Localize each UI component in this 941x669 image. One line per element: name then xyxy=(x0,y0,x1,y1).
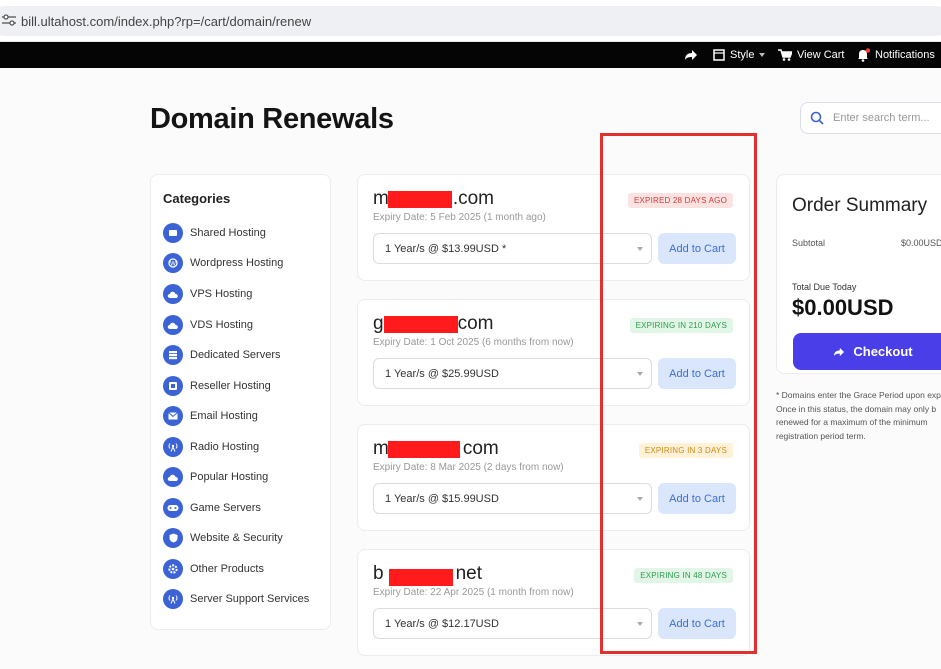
note-line: Once in this status, the domain may only… xyxy=(776,403,937,414)
subtotal-value: $0.00USD xyxy=(901,238,941,248)
category-email-hosting[interactable]: Email Hosting xyxy=(163,405,258,427)
categories-title: Categories xyxy=(163,191,231,206)
category-label: Wordpress Hosting xyxy=(190,257,284,269)
category-label: Email Hosting xyxy=(190,410,258,422)
category-other-products[interactable]: Other Products xyxy=(163,558,264,580)
layout-icon xyxy=(713,49,725,61)
server-icon xyxy=(163,345,183,365)
support-icon xyxy=(163,589,183,609)
category-label: Server Support Services xyxy=(190,593,310,605)
cloud-icon xyxy=(163,284,183,304)
selected-option: 1 Year/s @ $15.99USD xyxy=(385,493,499,505)
browser-address-bar: bill.ultahost.com/index.php?rp=/cart/dom… xyxy=(0,0,941,42)
category-popular-hosting[interactable]: Popular Hosting xyxy=(163,466,268,488)
category-label: Game Servers xyxy=(190,502,261,514)
redaction-block xyxy=(384,316,458,333)
category-wordpress-hosting[interactable]: W Wordpress Hosting xyxy=(163,252,283,274)
redaction-block xyxy=(388,191,452,208)
category-shared-hosting[interactable]: Shared Hosting xyxy=(163,222,266,244)
category-radio-hosting[interactable]: Radio Hosting xyxy=(163,436,259,458)
reseller-icon xyxy=(163,376,183,396)
cloud-icon xyxy=(163,315,183,335)
share-button[interactable] xyxy=(684,42,698,68)
search-placeholder: Enter search term... xyxy=(833,112,930,124)
share-arrow-icon xyxy=(685,50,697,60)
view-cart-link[interactable]: View Cart xyxy=(778,42,844,68)
total-due-value: $0.00USD xyxy=(792,295,894,320)
notifications-button[interactable]: Notifications xyxy=(856,42,935,68)
selected-option: 1 Year/s @ $12.17USD xyxy=(385,618,499,630)
category-label: Other Products xyxy=(190,563,264,575)
expiry-date: Expiry Date: 22 Apr 2025 (1 month from n… xyxy=(373,587,574,598)
category-label: Popular Hosting xyxy=(190,471,269,483)
redaction-block xyxy=(389,569,453,586)
page-title: Domain Renewals xyxy=(150,103,394,135)
chevron-down-icon xyxy=(759,53,766,57)
category-vps-hosting[interactable]: VPS Hosting xyxy=(163,283,252,305)
site-settings-icon[interactable] xyxy=(2,13,16,27)
category-dedicated-servers[interactable]: Dedicated Servers xyxy=(163,344,281,366)
category-label: Dedicated Servers xyxy=(190,349,281,361)
category-website-security[interactable]: Website & Security xyxy=(163,527,283,549)
share-arrow-icon xyxy=(834,347,845,356)
wordpress-icon: W xyxy=(163,253,183,273)
category-label: Reseller Hosting xyxy=(190,380,271,392)
cloud-icon xyxy=(163,467,183,487)
expiry-date: Expiry Date: 1 Oct 2025 (6 months from n… xyxy=(373,337,574,348)
style-label: Style xyxy=(730,49,755,61)
checkout-button[interactable]: Checkout xyxy=(793,333,941,370)
note-line: renewed for a maximum of the minimum xyxy=(776,417,928,427)
category-label: Website & Security xyxy=(190,532,283,544)
shield-icon xyxy=(163,528,183,548)
bell-icon xyxy=(858,48,870,62)
selected-option: 1 Year/s @ $13.99USD * xyxy=(385,243,507,255)
annotation-highlight-box xyxy=(600,133,757,654)
gear-icon xyxy=(163,559,183,579)
category-label: Shared Hosting xyxy=(190,227,266,239)
expiry-date: Expiry Date: 8 Mar 2025 (2 days from now… xyxy=(373,462,564,473)
order-summary-title: Order Summary xyxy=(792,195,928,216)
search-icon xyxy=(810,111,824,125)
search-input[interactable]: Enter search term... xyxy=(800,102,941,134)
note-line: registration period term. xyxy=(776,430,866,441)
address-url[interactable]: bill.ultahost.com/index.php?rp=/cart/dom… xyxy=(21,14,311,29)
note-line: * Domains enter the Grace Period upon ex… xyxy=(776,390,941,400)
svg-text:W: W xyxy=(170,260,176,267)
total-due-label: Total Due Today xyxy=(792,282,857,292)
categories-panel: Categories Shared Hosting W Wordpress Ho… xyxy=(150,174,331,630)
notifications-label: Notifications xyxy=(875,49,935,61)
style-menu[interactable]: Style xyxy=(713,42,766,68)
grace-period-note: * Domains enter the Grace Period upon ex… xyxy=(776,389,941,443)
category-reseller-hosting[interactable]: Reseller Hosting xyxy=(163,375,271,397)
top-nav-bar: Style View Cart Notifications xyxy=(0,42,941,68)
category-game-servers[interactable]: Game Servers xyxy=(163,497,261,519)
category-server-support[interactable]: Server Support Services xyxy=(163,588,309,610)
category-label: Radio Hosting xyxy=(190,441,260,453)
selected-option: 1 Year/s @ $25.99USD xyxy=(385,368,499,380)
category-vds-hosting[interactable]: VDS Hosting xyxy=(163,314,253,336)
gamepad-icon xyxy=(163,498,183,518)
cloud-server-icon xyxy=(163,223,183,243)
expiry-date: Expiry Date: 5 Feb 2025 (1 month ago) xyxy=(373,212,546,223)
category-label: VPS Hosting xyxy=(190,288,253,300)
redaction-block xyxy=(388,441,460,458)
cart-icon xyxy=(778,49,792,61)
checkout-label: Checkout xyxy=(853,344,913,359)
radio-tower-icon xyxy=(163,437,183,457)
view-cart-label: View Cart xyxy=(797,49,845,61)
subtotal-label: Subtotal xyxy=(792,238,826,248)
category-label: VDS Hosting xyxy=(190,319,253,331)
envelope-icon xyxy=(163,406,183,426)
